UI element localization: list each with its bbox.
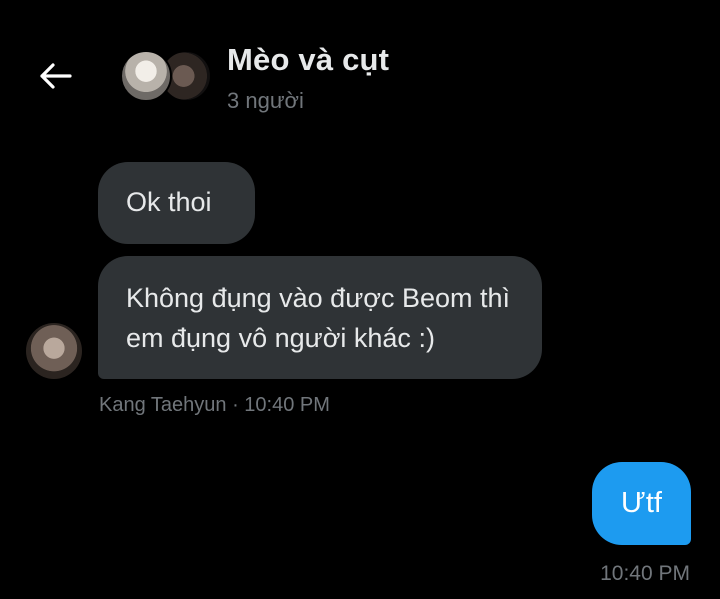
message-meta: Kang Taehyun · 10:40 PM xyxy=(99,394,330,416)
conversation-title[interactable]: Mèo và cụt xyxy=(227,42,389,78)
message-bubble-incoming[interactable]: Không đụng vào được Beom thì em đụng vô … xyxy=(98,256,542,379)
message-bubble-outgoing[interactable]: Ưtf xyxy=(592,462,691,545)
group-avatars[interactable] xyxy=(120,50,212,102)
participant-count: 3 người xyxy=(227,88,304,113)
message-timestamp: 10:40 PM xyxy=(600,562,690,585)
sender-avatar[interactable] xyxy=(26,323,82,379)
message-bubble-incoming[interactable]: Ok thoi xyxy=(98,162,255,244)
arrow-left-icon xyxy=(40,63,72,89)
avatar xyxy=(120,50,172,102)
back-button[interactable] xyxy=(34,54,78,98)
